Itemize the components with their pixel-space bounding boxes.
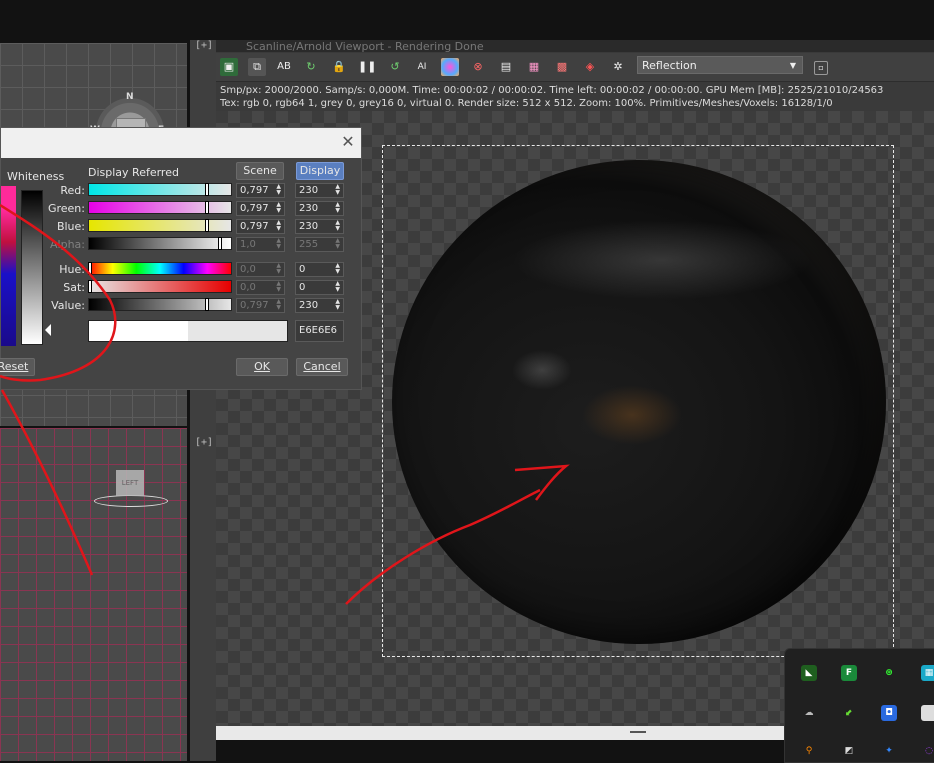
annotation-line — [0, 389, 94, 576]
annotation-loop — [0, 203, 117, 382]
razer-icon[interactable]: ⊛ — [881, 665, 897, 681]
annotation-arrow — [345, 464, 570, 605]
star-icon[interactable]: ✦ — [881, 743, 897, 759]
annotation-layer — [0, 203, 570, 605]
orange-icon[interactable]: ⚲ — [801, 743, 817, 759]
download-icon[interactable]: ⬋ — [841, 705, 857, 721]
circle-icon[interactable]: ◌ — [921, 743, 934, 759]
windows-icon[interactable]: ▦ — [921, 665, 934, 681]
cloud-icon[interactable]: ☁ — [801, 705, 817, 721]
nvidia-icon[interactable]: ◣ — [801, 665, 817, 681]
f-app-icon[interactable]: F — [841, 665, 857, 681]
roblox-icon[interactable]: ◘ — [881, 705, 897, 721]
screen-icon[interactable] — [921, 705, 934, 721]
image-icon[interactable]: ◩ — [841, 743, 857, 759]
system-tray: ◣ F ⊛ ▦ ☁ ⬋ ◘ ⚲ ◩ ✦ ◌ — [784, 648, 934, 763]
